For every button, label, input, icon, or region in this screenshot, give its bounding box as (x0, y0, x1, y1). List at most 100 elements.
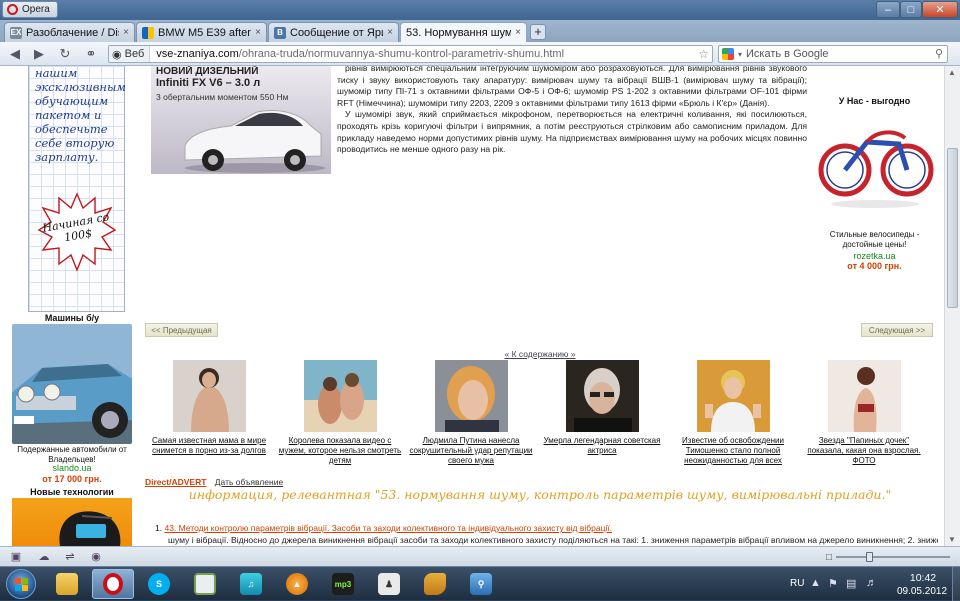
clock-date[interactable]: 09.05.2012 (894, 586, 950, 597)
scroll-down-icon[interactable]: ▼ (948, 535, 956, 544)
tray-expand-icon[interactable]: ▲ (810, 577, 821, 589)
teaser-caption[interactable]: Самая известная мама в мире снимется в п… (145, 436, 273, 456)
new-tab-button[interactable]: + (530, 24, 546, 40)
post-ad-link[interactable]: Дать объявление (215, 477, 283, 487)
taskbar-aimp[interactable]: ▲ (276, 569, 318, 599)
player-triangle-icon: ▲ (286, 573, 308, 595)
close-tab-icon[interactable]: × (515, 27, 521, 38)
minimize-button[interactable]: – (876, 1, 900, 18)
windows-taskbar: S ♫ ▲ mp3 ♟ ⚲ RU ▲ ⚑ ▤ ♬ 10:42 09.05.201… (0, 566, 960, 601)
article-paragraph: У шумомірі звук, який сприймається мікро… (337, 109, 807, 155)
zoom-track[interactable] (836, 552, 950, 562)
related-list-item: 1. 43. Методи контролю параметрів вібрац… (155, 523, 945, 533)
zoom-out-icon[interactable]: □ (826, 552, 832, 563)
opera-link-icon[interactable]: ⇌ (62, 550, 78, 563)
back-icon[interactable]: ◀ (6, 46, 24, 62)
volume-icon[interactable]: ♬ (866, 577, 877, 589)
search-icon[interactable]: ⚲ (935, 47, 943, 60)
taskbar-qip[interactable] (184, 569, 226, 599)
next-page-button[interactable]: Следующая >> (861, 323, 933, 337)
network-icon[interactable]: ▤ (846, 577, 856, 590)
teaser-item[interactable]: Известие об освобождении Тимошенко стало… (669, 360, 797, 466)
close-window-button[interactable]: ✕ (922, 1, 958, 18)
scrollbar-thumb[interactable] (947, 148, 958, 308)
tech-ad-image[interactable] (12, 498, 132, 546)
close-tab-icon[interactable]: × (387, 27, 393, 38)
forward-icon[interactable]: ▶ (30, 46, 48, 62)
zoom-knob[interactable] (866, 552, 874, 562)
bookmark-star-icon[interactable]: ☆ (698, 47, 709, 61)
bicycle-ad[interactable]: У Нас - выгодно Стильные велосипеды - до… (812, 96, 937, 271)
teaser-caption[interactable]: Известие об освобождении Тимошенко стало… (669, 436, 797, 466)
cars-ad-caption[interactable]: Подержанные автомобили от Владельцев! (10, 445, 134, 465)
teaser-item[interactable]: Королева показала видео с мужем, которое… (276, 360, 404, 466)
table-of-contents-link[interactable]: « К содержанию » (145, 349, 935, 359)
teaser-photo[interactable] (565, 360, 639, 432)
opera-menu-button[interactable]: Opera (2, 1, 58, 18)
web-badge[interactable]: ◉ Веб (109, 46, 151, 62)
teaser-photo[interactable] (172, 360, 246, 432)
page-viewport: нашим эксклюзивным обучающим пакетом и о… (0, 66, 960, 546)
teaser-photo[interactable] (827, 360, 901, 432)
tab-disclosure[interactable]: EX Разоблачение / Disclo... × (4, 22, 135, 42)
teaser-photo[interactable] (696, 360, 770, 432)
taskbar-explorer[interactable] (46, 569, 88, 599)
tab-bmw[interactable]: BMW M5 E39 aftermar... × (136, 22, 267, 42)
key-icon[interactable]: ⚭ (82, 46, 100, 62)
taskbar-skype[interactable]: S (138, 569, 180, 599)
promo-banner[interactable]: нашим эксклюзивным обучающим пакетом и о… (28, 66, 126, 312)
related-article-link[interactable]: 43. Методи контролю параметрів вібрації.… (164, 523, 612, 533)
panel-toggle-icon[interactable]: ▣ (8, 550, 24, 563)
address-bar[interactable]: ◉ Веб vse-znaniya.com/ohrana-truda/normuv… (108, 45, 713, 63)
maximize-button[interactable]: □ (900, 1, 922, 18)
tech-ad-title[interactable]: Новые технологии (10, 487, 134, 497)
bicycle-ad-price: от 4 000 грн. (847, 261, 902, 271)
system-tray: RU ▲ ⚑ ▤ ♬ 10:42 09.05.2012 (784, 567, 960, 601)
bicycle-ad-link[interactable]: rozetka.ua (812, 251, 937, 261)
browser-chrome: Opera – □ ✕ EX Разоблачение / Disclo... … (0, 0, 960, 68)
start-button[interactable] (6, 569, 36, 599)
taskbar-ukraine-map[interactable] (414, 569, 456, 599)
direct-advert-link[interactable]: Direct/ADVERT (145, 477, 206, 487)
taskbar-counter-strike[interactable]: ♟ (368, 569, 410, 599)
cars-ad-link[interactable]: slando.ua (10, 463, 134, 473)
search-engine-dropdown-icon[interactable]: ▾ (738, 50, 742, 59)
search-box[interactable]: ▾ Искать в Google ⚲ (718, 45, 948, 63)
tab-normuvannya[interactable]: 53. Нормування шуму... × (400, 22, 527, 42)
globe-icon: ◉ (112, 48, 122, 61)
opera-unite-icon[interactable]: ☁ (36, 550, 52, 563)
close-tab-icon[interactable]: × (123, 27, 129, 38)
car-ad-image[interactable] (12, 324, 132, 444)
article-paragraph: рівнів вимірюються спеціальним інтегруюч… (337, 66, 807, 108)
infiniti-banner[interactable]: НОВИЙ ДИЗЕЛЬНИЙ Infiniti FX V6 – 3.0 л 3… (151, 66, 331, 174)
taskbar-search-app[interactable]: ⚲ (460, 569, 502, 599)
flag-tray-icon[interactable]: ⚑ (828, 577, 838, 590)
taskbar-opera[interactable] (92, 569, 134, 599)
taskbar-music[interactable]: ♫ (230, 569, 272, 599)
teaser-caption[interactable]: Умерла легендарная советская актриса (538, 436, 666, 456)
cs-soldier-icon: ♟ (378, 573, 400, 595)
turbo-icon[interactable]: ◉ (88, 550, 104, 563)
close-tab-icon[interactable]: × (255, 27, 261, 38)
clock-time[interactable]: 10:42 (900, 572, 946, 584)
teaser-item[interactable]: Звезда "Папиных дочек" показала, какая о… (800, 360, 928, 466)
show-desktop-button[interactable] (952, 567, 960, 601)
taskbar-mp3cut[interactable]: mp3 (322, 569, 364, 599)
zoom-slider[interactable]: □ (826, 551, 950, 563)
teaser-photo[interactable] (434, 360, 508, 432)
tab-vk-message[interactable]: B Сообщение от Ярика ... × (268, 22, 399, 42)
previous-page-button[interactable]: << Предыдущая (145, 323, 218, 337)
reload-icon[interactable]: ↻ (56, 46, 74, 62)
teaser-item[interactable]: Людмила Путина нанесла сокрушительный уд… (407, 360, 535, 466)
scroll-up-icon[interactable]: ▲ (948, 68, 956, 77)
tab-label: Разоблачение / Disclo... (26, 26, 119, 39)
teaser-item[interactable]: Умерла легендарная советская актриса (538, 360, 666, 456)
teaser-caption[interactable]: Королева показала видео с мужем, которое… (276, 436, 404, 466)
teaser-caption[interactable]: Звезда "Папиных дочек" показала, какая о… (800, 436, 928, 466)
teaser-photo[interactable] (303, 360, 377, 432)
language-indicator[interactable]: RU (790, 578, 804, 589)
teaser-item[interactable]: Самая известная мама в мире снимется в п… (145, 360, 273, 456)
cars-ad-title[interactable]: Машины б/у (10, 313, 134, 323)
teaser-caption[interactable]: Людмила Путина нанесла сокрушительный уд… (407, 436, 535, 466)
vertical-scrollbar[interactable]: ▲ ▼ (944, 66, 960, 546)
